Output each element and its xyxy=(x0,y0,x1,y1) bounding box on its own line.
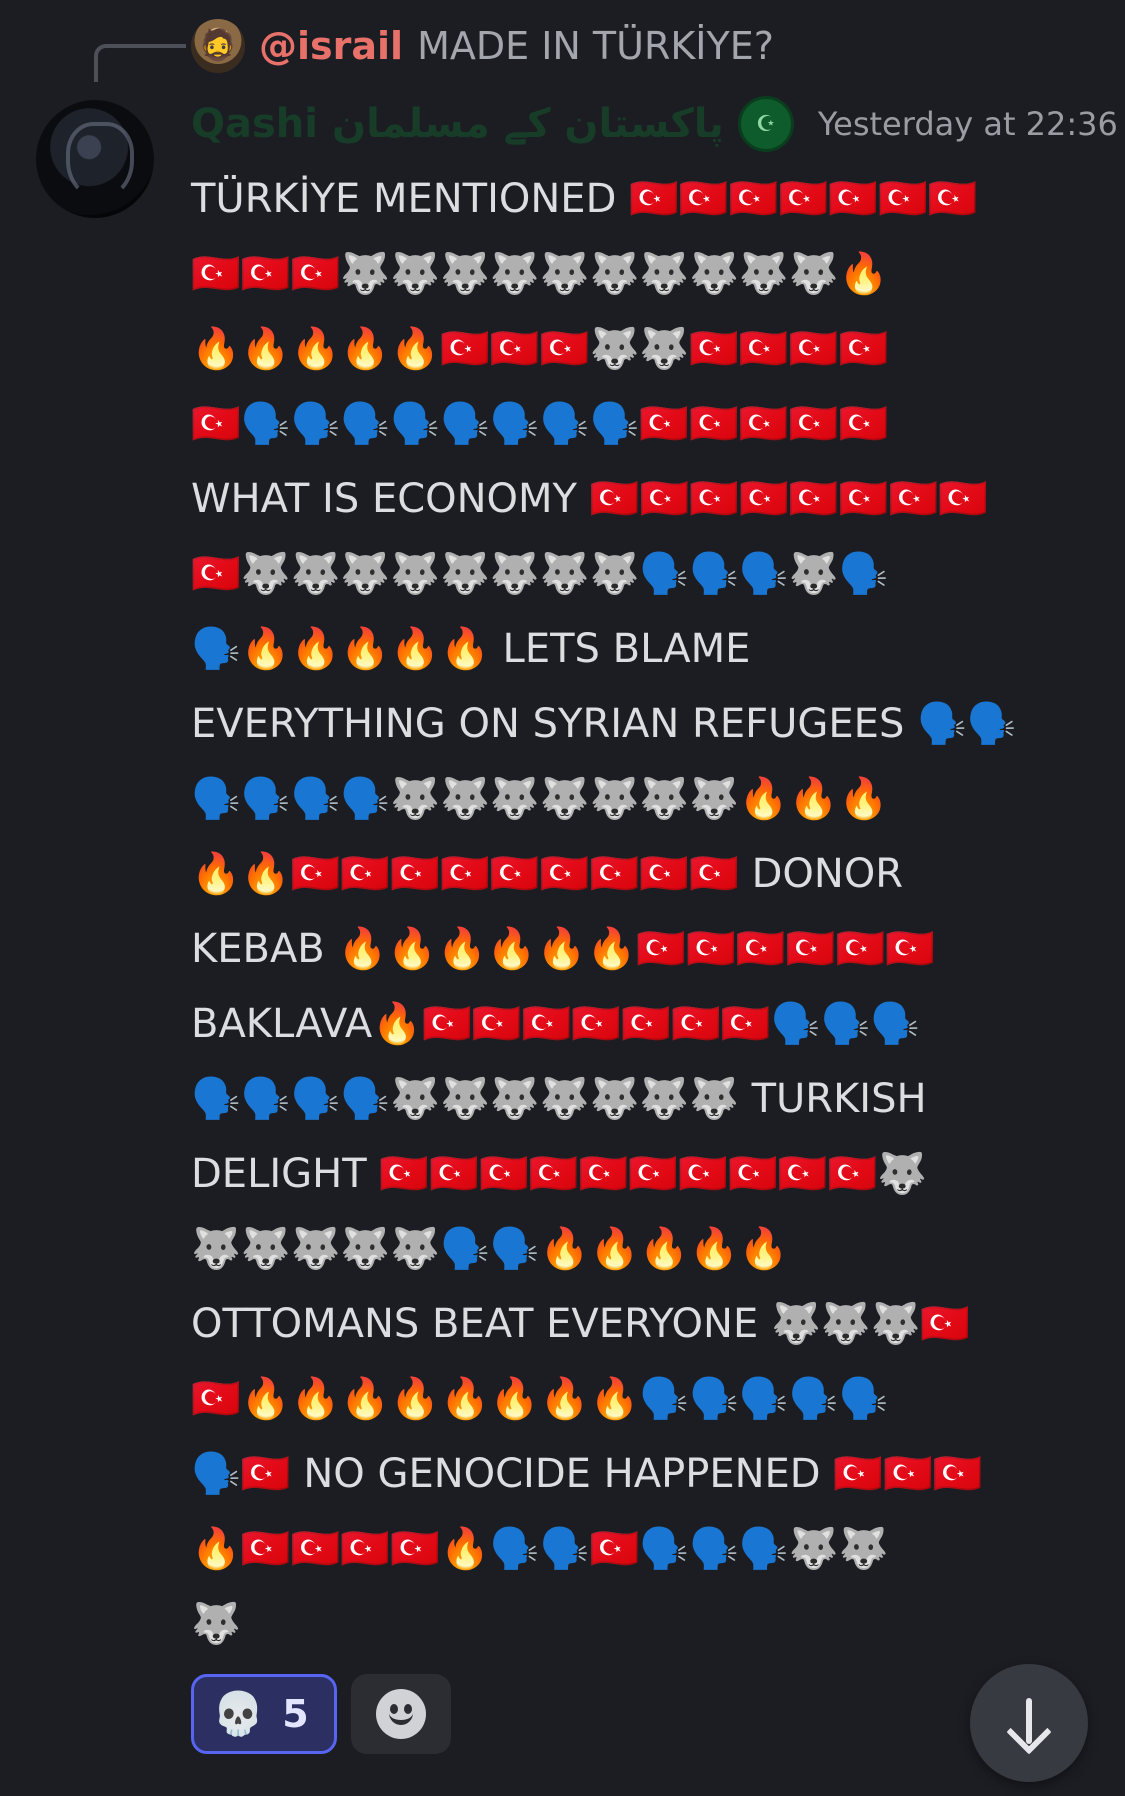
reply-connector-line xyxy=(94,44,186,82)
smiley-add-reaction-icon xyxy=(376,1689,426,1739)
reply-author-name[interactable]: @israil xyxy=(259,24,403,68)
message-line: 🗣️🇹🇷 NO GENOCIDE HAPPENED 🇹🇷🇹🇷🇹🇷 xyxy=(191,1451,983,1497)
reply-author-avatar[interactable]: 🧔 xyxy=(191,19,245,73)
message-line: BAKLAVA🔥🇹🇷🇹🇷🇹🇷🇹🇷🇹🇷🇹🇷🇹🇷🗣️🗣️🗣️ xyxy=(191,1001,921,1047)
author-avatar[interactable] xyxy=(36,100,154,218)
message-line: EVERYTHING ON SYRIAN REFUGEES 🗣️🗣️ xyxy=(191,701,1017,747)
message-line: KEBAB 🔥🔥🔥🔥🔥🔥🇹🇷🇹🇷🇹🇷🇹🇷🇹🇷🇹🇷 xyxy=(191,926,936,972)
server-tag-badge-icon[interactable]: ☪ xyxy=(737,96,794,152)
reactions-bar: 💀 5 xyxy=(191,1674,451,1754)
message-line: 🇹🇷🐺🐺🐺🐺🐺🐺🐺🐺🗣️🗣️🗣️🐺🗣️ xyxy=(191,551,889,597)
badge-symbol: ☪ xyxy=(755,111,776,137)
arrow-down-icon xyxy=(1006,1698,1052,1755)
message-header: Qashi پاکستان کے مسلمان ☪ Yesterday at 2… xyxy=(191,92,1118,156)
message-line: 🇹🇷🔥🔥🔥🔥🔥🔥🔥🔥🗣️🗣️🗣️🗣️🗣️ xyxy=(191,1376,889,1422)
message-line: 🇹🇷🗣️🗣️🗣️🗣️🗣️🗣️🗣️🗣️🇹🇷🇹🇷🇹🇷🇹🇷🇹🇷 xyxy=(191,401,889,447)
message-line: 🔥🇹🇷🇹🇷🇹🇷🇹🇷🔥🗣️🗣️🇹🇷🗣️🗣️🗣️🐺🐺 xyxy=(191,1526,889,1572)
message-line: WHAT IS ECONOMY 🇹🇷🇹🇷🇹🇷🇹🇷🇹🇷🇹🇷🇹🇷🇹🇷 xyxy=(191,476,989,522)
message-line: 🔥🔥🔥🔥🔥🇹🇷🇹🇷🇹🇷🐺🐺🇹🇷🇹🇷🇹🇷🇹🇷 xyxy=(191,326,889,372)
author-username-suffix[interactable]: پاکستان کے مسلمان xyxy=(332,101,724,147)
jump-to-bottom-button[interactable] xyxy=(970,1664,1088,1782)
add-reaction-button[interactable] xyxy=(351,1674,451,1754)
message-line: DELIGHT 🇹🇷🇹🇷🇹🇷🇹🇷🇹🇷🇹🇷🇹🇷🇹🇷🇹🇷🇹🇷🐺 xyxy=(191,1151,928,1197)
reply-avatar-icon: 🧔 xyxy=(199,28,237,63)
message-content: TÜRKİYE MENTIONED 🇹🇷🇹🇷🇹🇷🇹🇷🇹🇷🇹🇷🇹🇷 🇹🇷🇹🇷🇹🇷🐺🐺… xyxy=(191,162,1091,1662)
message-timestamp: Yesterday at 22:36 xyxy=(817,105,1118,143)
message-line: 🗣️🗣️🗣️🗣️🐺🐺🐺🐺🐺🐺🐺 TURKISH xyxy=(191,1076,927,1122)
skull-icon: 💀 xyxy=(212,1689,265,1738)
reply-reference[interactable]: 🧔 @israil MADE IN TÜRKİYE? xyxy=(191,18,774,74)
discord-message-view: 🧔 @israil MADE IN TÜRKİYE? Qashi پاکستان… xyxy=(0,0,1125,1796)
reply-message-preview[interactable]: MADE IN TÜRKİYE? xyxy=(417,24,774,68)
message-line: 🔥🔥🇹🇷🇹🇷🇹🇷🇹🇷🇹🇷🇹🇷🇹🇷🇹🇷🇹🇷 DONOR xyxy=(191,851,904,897)
reaction-skull[interactable]: 💀 5 xyxy=(191,1674,337,1754)
message-line: 🗣️🔥🔥🔥🔥🔥 LETS BLAME xyxy=(191,626,751,672)
reaction-count: 5 xyxy=(282,1692,309,1736)
message-line: 🗣️🗣️🗣️🗣️🐺🐺🐺🐺🐺🐺🐺🔥🔥🔥 xyxy=(191,776,889,822)
author-username[interactable]: Qashi xyxy=(191,101,318,147)
avatar-image-detail xyxy=(66,122,134,200)
message-line: TÜRKİYE MENTIONED 🇹🇷🇹🇷🇹🇷🇹🇷🇹🇷🇹🇷🇹🇷 xyxy=(191,176,978,222)
message-line: 🐺 xyxy=(191,1601,241,1647)
message-line: 🇹🇷🇹🇷🇹🇷🐺🐺🐺🐺🐺🐺🐺🐺🐺🐺🔥 xyxy=(191,251,889,297)
message-line: 🐺🐺🐺🐺🐺🗣️🗣️🔥🔥🔥🔥🔥 xyxy=(191,1226,789,1272)
message-line: OTTOMANS BEAT EVERYONE 🐺🐺🐺🇹🇷 xyxy=(191,1301,971,1347)
